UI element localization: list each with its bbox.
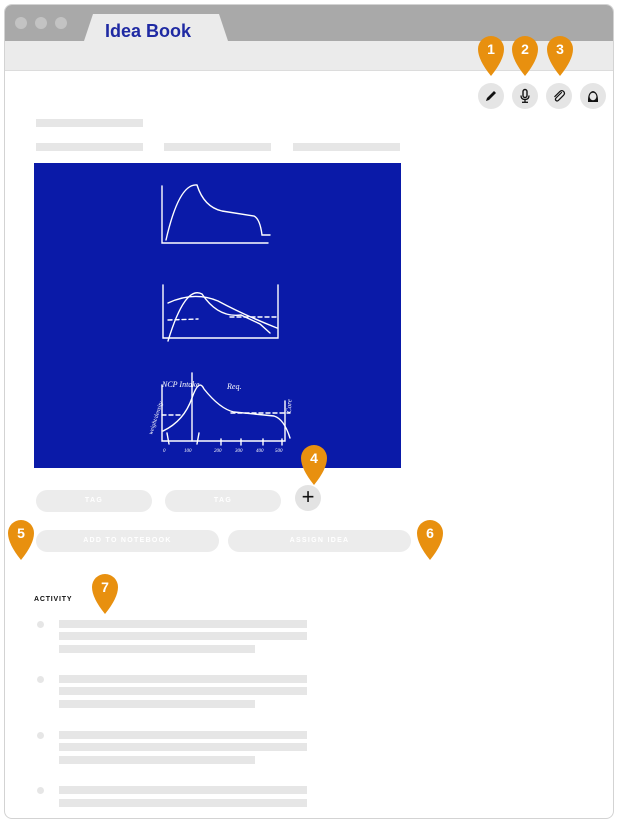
- callout-number: 1: [487, 41, 495, 57]
- hand-drawn-graphs: NCP Intake Req. weight/density Core 0 10…: [148, 184, 293, 454]
- title-placeholder: [36, 119, 143, 127]
- activity-bullet: [37, 787, 44, 794]
- sketch-tick-400: 400: [256, 449, 264, 454]
- callout-number: 3: [556, 41, 564, 57]
- window-minimize-dot[interactable]: [35, 17, 47, 29]
- meta-placeholder-1: [36, 143, 143, 151]
- activity-line-placeholder: [59, 620, 307, 628]
- sketch-canvas[interactable]: NCP Intake Req. weight/density Core 0 10…: [34, 163, 401, 468]
- callout-marker-4: 4: [301, 445, 327, 485]
- activity-line-placeholder: [59, 786, 307, 794]
- microphone-button[interactable]: [512, 83, 538, 109]
- activity-line-placeholder: [59, 632, 307, 640]
- activity-line-placeholder: [59, 731, 307, 739]
- meta-placeholder-3: [293, 143, 400, 151]
- tag-chip[interactable]: TAG: [165, 490, 281, 512]
- user-avatar-button[interactable]: [580, 83, 606, 109]
- activity-bullet: [37, 732, 44, 739]
- tab-idea-book[interactable]: Idea Book: [83, 14, 229, 44]
- callout-number: 6: [426, 525, 434, 541]
- activity-line-placeholder: [59, 799, 307, 807]
- meta-placeholder-2: [164, 143, 271, 151]
- user-avatar-icon: [587, 91, 599, 102]
- pencil-button[interactable]: [478, 83, 504, 109]
- tab-title: Idea Book: [105, 21, 192, 41]
- attach-button[interactable]: [546, 83, 572, 109]
- activity-line-placeholder: [59, 675, 307, 683]
- callout-marker-1: 1: [478, 36, 504, 76]
- sketch-tick-0: 0: [163, 449, 166, 454]
- pencil-icon: [486, 91, 496, 101]
- add-to-notebook-button[interactable]: ADD TO NOTEBOOK: [36, 530, 219, 552]
- plus-icon: +: [301, 484, 315, 509]
- callout-marker-3: 3: [547, 36, 573, 76]
- callout-number: 5: [17, 525, 25, 541]
- callout-marker-2: 2: [512, 36, 538, 76]
- callout-number: 7: [101, 579, 109, 595]
- paperclip-icon: [554, 90, 566, 102]
- callout-marker-6: 6: [417, 520, 443, 560]
- activity-line-placeholder: [59, 687, 307, 695]
- assign-idea-button[interactable]: ASSIGN IDEA: [228, 530, 411, 552]
- activity-line-placeholder: [59, 645, 255, 653]
- sketch-tick-100: 100: [184, 449, 192, 454]
- microphone-icon: [520, 88, 530, 103]
- activity-line-placeholder: [59, 756, 255, 764]
- window-close-dot[interactable]: [15, 17, 27, 29]
- activity-line-placeholder: [59, 700, 255, 708]
- sketch-tick-200: 200: [214, 449, 222, 454]
- sketch-tick-300: 300: [235, 449, 243, 454]
- callout-number: 2: [521, 41, 529, 57]
- activity-heading: ACTIVITY: [34, 596, 73, 603]
- window-maximize-dot[interactable]: [55, 17, 67, 29]
- sketch-label-intake: NCP Intake: [161, 380, 200, 389]
- callout-marker-7: 7: [92, 574, 118, 614]
- sketch-label-core: Core: [285, 399, 293, 413]
- tag-chip[interactable]: TAG: [36, 490, 152, 512]
- callout-marker-5: 5: [8, 520, 34, 560]
- activity-bullet: [37, 676, 44, 683]
- callout-number: 4: [310, 450, 318, 466]
- sketch-label-req: Req.: [226, 382, 241, 391]
- add-tag-button[interactable]: +: [295, 485, 321, 511]
- activity-bullet: [37, 621, 44, 628]
- sketch-tick-500: 500: [275, 449, 283, 454]
- activity-line-placeholder: [59, 743, 307, 751]
